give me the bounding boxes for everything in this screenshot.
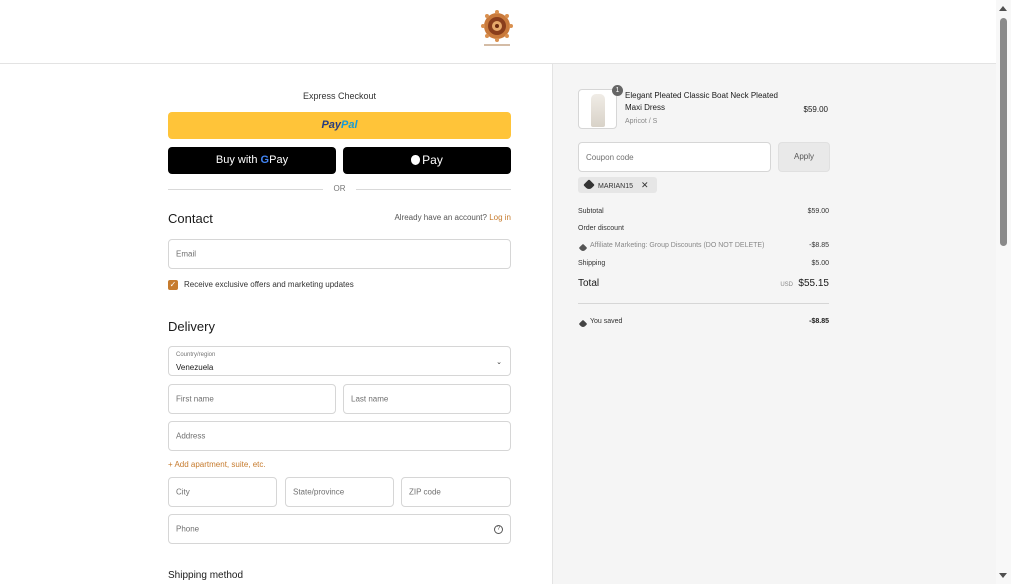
marketing-label: Receive exclusive offers and marketing u… bbox=[184, 280, 354, 289]
zip-field[interactable]: ZIP code bbox=[401, 477, 511, 507]
total-value: $55.15 bbox=[798, 278, 829, 289]
product-name: Elegant Pleated Classic Boat Neck Pleate… bbox=[625, 91, 778, 112]
email-placeholder: Email bbox=[176, 249, 197, 259]
last-name-field[interactable]: Last name bbox=[343, 384, 511, 414]
paypal-label-part1: Pay bbox=[321, 119, 342, 131]
product-price: $59.00 bbox=[803, 105, 828, 114]
scrollbar[interactable] bbox=[996, 0, 1011, 584]
divider-line bbox=[356, 189, 511, 190]
summary-divider bbox=[578, 303, 829, 304]
saved-row: You saved -$8.85 bbox=[578, 318, 829, 330]
state-placeholder: State/province bbox=[293, 487, 345, 497]
dress-image bbox=[591, 94, 605, 127]
add-apartment-link[interactable]: + Add apartment, suite, etc. bbox=[168, 460, 266, 469]
apple-pay-button[interactable]: Pay bbox=[343, 147, 511, 174]
phone-placeholder: Phone bbox=[176, 524, 200, 534]
contact-title: Contact bbox=[168, 211, 213, 226]
discount-name: Affiliate Marketing: Group Discounts (DO… bbox=[590, 242, 765, 249]
address-field[interactable]: Address bbox=[168, 421, 511, 451]
scroll-thumb[interactable] bbox=[1000, 18, 1007, 246]
last-name-placeholder: Last name bbox=[351, 394, 389, 404]
zip-placeholder: ZIP code bbox=[409, 487, 441, 497]
order-discount-label: Order discount bbox=[578, 225, 624, 232]
google-g-icon: G bbox=[260, 154, 270, 166]
checkout-form: Express Checkout PayPal Buy with GPay Pa… bbox=[0, 64, 552, 584]
total-label: Total bbox=[578, 278, 600, 289]
shipping-method-title: Shipping method bbox=[168, 570, 244, 581]
phone-field[interactable]: Phone ? bbox=[168, 514, 511, 544]
discount-value: -$8.85 bbox=[809, 242, 829, 249]
help-icon[interactable]: ? bbox=[494, 525, 503, 534]
discount-code: MARIAN15 bbox=[598, 183, 634, 190]
chevron-down-icon: ⌄ bbox=[496, 359, 502, 366]
city-placeholder: City bbox=[176, 487, 190, 497]
login-link[interactable]: Log in bbox=[489, 213, 511, 222]
paypal-label-part2: Pal bbox=[341, 119, 358, 131]
shipping-value: $5.00 bbox=[811, 260, 829, 267]
total-currency: USD bbox=[780, 282, 793, 288]
city-field[interactable]: City bbox=[168, 477, 277, 507]
plus-icon: + bbox=[168, 460, 173, 469]
order-discount-row: Order discount bbox=[578, 225, 829, 237]
email-field[interactable]: Email bbox=[168, 239, 511, 269]
marketing-checkbox[interactable]: ✓ bbox=[168, 280, 178, 290]
delivery-title: Delivery bbox=[168, 319, 215, 334]
coupon-input[interactable]: Coupon code bbox=[578, 142, 771, 172]
address-placeholder: Address bbox=[176, 431, 206, 441]
subtotal-row: Subtotal $59.00 bbox=[578, 208, 829, 220]
tag-icon bbox=[583, 179, 595, 191]
subtotal-value: $59.00 bbox=[807, 208, 829, 215]
product-thumbnail bbox=[578, 89, 617, 129]
discount-detail-row: Affiliate Marketing: Group Discounts (DO… bbox=[578, 242, 829, 254]
order-summary: 1 Elegant Pleated Classic Boat Neck Plea… bbox=[552, 64, 996, 584]
header bbox=[0, 0, 996, 64]
google-pay-button[interactable]: Buy with GPay bbox=[168, 147, 336, 174]
country-label: Country/region bbox=[176, 352, 216, 358]
apple-pay-label: Pay bbox=[422, 153, 443, 167]
add-apartment-label: Add apartment, suite, etc. bbox=[174, 460, 266, 469]
state-field[interactable]: State/province bbox=[285, 477, 394, 507]
quantity-badge: 1 bbox=[612, 85, 623, 96]
scroll-up-arrow-icon[interactable] bbox=[999, 6, 1007, 11]
account-prompt: Already have an account? Log in bbox=[394, 213, 511, 222]
country-select[interactable]: Country/region Venezuela ⌄ bbox=[168, 346, 511, 376]
express-checkout-title: Express Checkout bbox=[302, 91, 377, 101]
checkout-page: Express Checkout PayPal Buy with GPay Pa… bbox=[0, 0, 1011, 584]
saved-value: -$8.85 bbox=[809, 318, 829, 325]
store-logo[interactable] bbox=[481, 10, 513, 50]
gpay-pay-label: Pay bbox=[269, 154, 289, 166]
country-value: Venezuela bbox=[176, 363, 214, 372]
gpay-label: Buy with bbox=[215, 154, 258, 166]
apple-icon bbox=[411, 155, 421, 165]
shipping-row: Shipping $5.00 bbox=[578, 260, 829, 272]
apply-button[interactable]: Apply bbox=[778, 142, 830, 172]
discount-code-chip: MARIAN15 ✕ bbox=[578, 177, 657, 193]
product-variant: Apricot / S bbox=[625, 118, 658, 125]
scroll-down-arrow-icon[interactable] bbox=[999, 573, 1007, 578]
shipping-label: Shipping bbox=[578, 260, 606, 267]
subtotal-label: Subtotal bbox=[578, 208, 604, 215]
account-prompt-text: Already have an account? bbox=[394, 213, 487, 222]
first-name-placeholder: First name bbox=[176, 394, 214, 404]
close-icon[interactable]: ✕ bbox=[641, 180, 649, 190]
first-name-field[interactable]: First name bbox=[168, 384, 336, 414]
or-divider: OR bbox=[168, 183, 511, 195]
coupon-placeholder: Coupon code bbox=[586, 153, 634, 162]
total-row: Total USD $55.15 bbox=[578, 277, 829, 293]
paypal-button[interactable]: PayPal bbox=[168, 112, 511, 139]
